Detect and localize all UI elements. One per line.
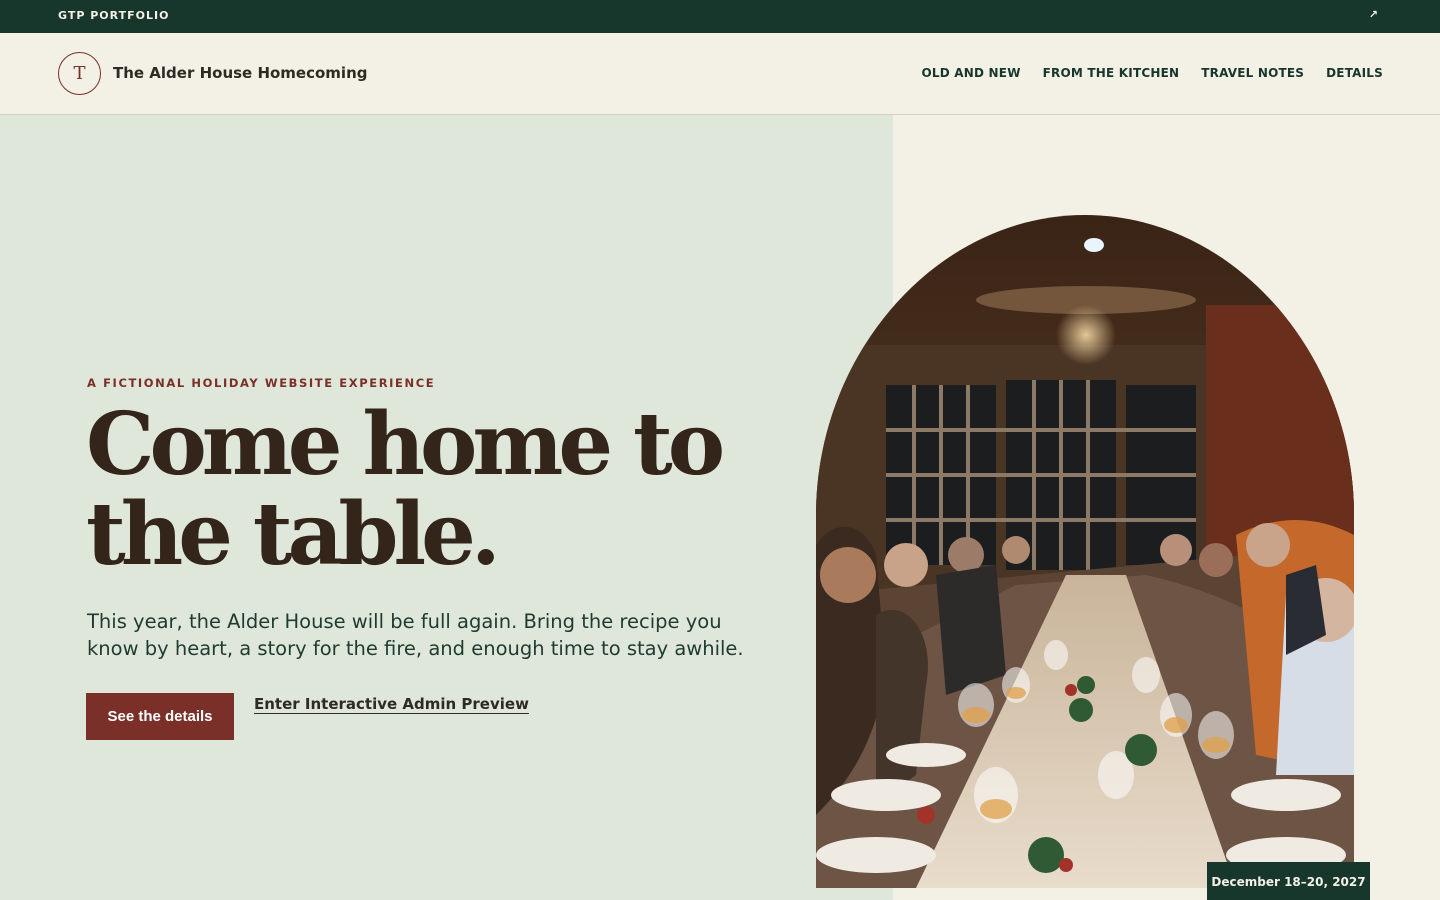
nav-details[interactable]: DETAILS bbox=[1326, 66, 1383, 80]
admin-preview-link[interactable]: Enter Interactive Admin Preview bbox=[254, 695, 529, 713]
hero-headline: Come home to the table. bbox=[86, 400, 766, 580]
site-logo[interactable]: T bbox=[58, 52, 101, 95]
main-nav: OLD AND NEW FROM THE KITCHEN TRAVEL NOTE… bbox=[922, 66, 1384, 80]
headline-line-2: the table. bbox=[86, 484, 501, 585]
dinner-table-photo bbox=[816, 215, 1354, 888]
nav-travel-notes[interactable]: TRAVEL NOTES bbox=[1201, 66, 1304, 80]
see-details-button[interactable]: See the details bbox=[86, 693, 234, 740]
hero-subtext: This year, the Alder House will be full … bbox=[87, 610, 744, 660]
hero-eyebrow: A FICTIONAL HOLIDAY WEBSITE EXPERIENCE bbox=[87, 376, 436, 390]
external-link-icon[interactable]: ↗ bbox=[1369, 8, 1378, 21]
site-name[interactable]: The Alder House Homecoming bbox=[113, 64, 368, 82]
portfolio-topbar: GTP PORTFOLIO ↗ bbox=[0, 0, 1440, 33]
portfolio-brand[interactable]: GTP PORTFOLIO bbox=[58, 9, 169, 22]
nav-old-and-new[interactable]: OLD AND NEW bbox=[922, 66, 1021, 80]
nav-from-the-kitchen[interactable]: FROM THE KITCHEN bbox=[1043, 66, 1180, 80]
headline-line-1: Come home to bbox=[86, 394, 725, 495]
logo-letter: T bbox=[73, 63, 86, 84]
event-date-badge: December 18–20, 2027 bbox=[1207, 862, 1370, 900]
site-header: T The Alder House Homecoming OLD AND NEW… bbox=[0, 33, 1440, 115]
